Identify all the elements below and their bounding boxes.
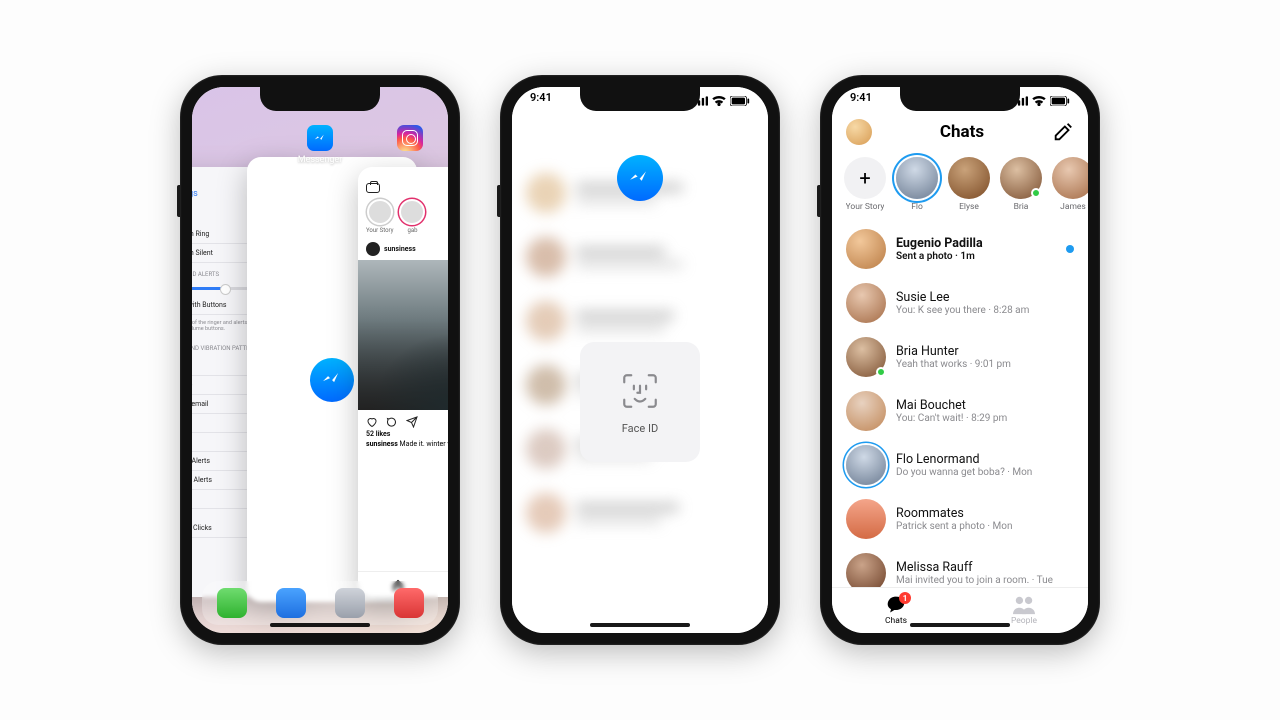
chat-avatar[interactable] — [846, 283, 886, 323]
chat-avatar[interactable] — [846, 337, 886, 377]
dock-app[interactable] — [217, 588, 247, 618]
dock-app[interactable] — [394, 588, 424, 618]
story-item[interactable]: Bria — [1000, 157, 1042, 212]
chat-subtitle: Do you wanna get boba? · Mon — [896, 467, 1074, 478]
instagram-post-user[interactable]: sunsiness — [384, 245, 416, 253]
messenger-icon — [307, 125, 333, 151]
chat-row[interactable]: Susie LeeYou: K see you there · 8:28 am — [832, 276, 1088, 330]
instagram-stories-row: Your Story gab — [358, 199, 448, 240]
share-icon[interactable] — [406, 416, 418, 428]
home-dock — [202, 581, 438, 625]
switcher-app-instagram[interactable]: · — [397, 125, 423, 165]
home-indicator[interactable] — [910, 623, 1010, 627]
faceid-label: Face ID — [622, 422, 658, 435]
home-indicator[interactable] — [590, 623, 690, 627]
people-icon — [1013, 595, 1035, 615]
story-label: James — [1060, 202, 1086, 212]
chat-avatar[interactable] — [846, 445, 886, 485]
battery-icon — [1050, 96, 1070, 106]
story-item[interactable]: Flo — [896, 157, 938, 212]
unread-dot — [1066, 245, 1074, 253]
chat-name: Bria Hunter — [896, 344, 1074, 359]
chat-row[interactable]: RoommatesPatrick sent a photo · Mon — [832, 492, 1088, 546]
phone-mockup-app-switcher: · Messenger · ‹ Settings VIBRATE Vibrate… — [180, 75, 460, 645]
chat-row[interactable]: Bria HunterYeah that works · 9:01 pm — [832, 330, 1088, 384]
chat-name: Susie Lee — [896, 290, 1074, 305]
chat-subtitle: You: K see you there · 8:28 am — [896, 305, 1074, 316]
app-switcher-icons-row: · Messenger · — [192, 125, 448, 165]
instagram-caption: sunsiness Made it. winter vibes 🏔️ — [358, 438, 448, 457]
your-story-add[interactable]: +Your Story — [844, 157, 886, 212]
chat-name: Eugenio Padilla — [896, 236, 1056, 251]
chat-list: Eugenio PadillaSent a photo · 1mSusie Le… — [832, 222, 1088, 587]
compose-icon[interactable] — [1052, 121, 1074, 143]
messenger-logo-locked — [617, 155, 663, 201]
stories-row: +Your Story Flo Elyse Bria James — [832, 151, 1088, 222]
story-item[interactable]: James — [1052, 157, 1088, 212]
camera-icon[interactable] — [366, 183, 380, 193]
faceid-icon — [619, 370, 661, 412]
chat-avatar[interactable] — [846, 499, 886, 539]
instagram-actions — [358, 410, 448, 430]
chat-row[interactable]: Melissa RauffMai invited you to join a r… — [832, 546, 1088, 587]
chat-avatar[interactable] — [846, 229, 886, 269]
chat-subtitle: Patrick sent a photo · Mon — [896, 521, 1074, 532]
instagram-icon — [397, 125, 423, 151]
story-item[interactable]: Elyse — [948, 157, 990, 212]
switcher-app-messenger[interactable]: Messenger — [298, 125, 343, 165]
chat-row[interactable]: Eugenio PadillaSent a photo · 1m — [832, 222, 1088, 276]
instagram-likes: 52 likes — [358, 430, 448, 438]
dock-app[interactable] — [335, 588, 365, 618]
chat-name: Mai Bouchet — [896, 398, 1074, 413]
notch — [260, 87, 380, 111]
status-time: 9:41 — [850, 91, 872, 111]
chat-avatar[interactable] — [846, 553, 886, 587]
phone-mockup-faceid: 9:41 — [500, 75, 780, 645]
comment-icon[interactable] — [386, 416, 398, 428]
chat-subtitle: Yeah that works · 9:01 pm — [896, 359, 1074, 370]
chat-row[interactable]: Flo LenormandDo you wanna get boba? · Mo… — [832, 438, 1088, 492]
story-label: Flo — [911, 202, 923, 212]
notch — [580, 87, 700, 111]
chat-name: Roommates — [896, 506, 1074, 521]
status-time: 9:41 — [530, 91, 552, 111]
story-label: Bria — [1014, 202, 1029, 212]
home-indicator[interactable] — [270, 623, 370, 627]
wifi-icon — [712, 96, 726, 106]
story-label: Elyse — [959, 202, 979, 212]
wifi-icon — [1032, 96, 1046, 106]
chat-subtitle: Sent a photo · 1m — [896, 251, 1056, 262]
faceid-prompt[interactable]: Face ID — [580, 342, 700, 462]
profile-avatar[interactable] — [846, 119, 872, 145]
instagram-your-story[interactable] — [367, 199, 393, 225]
chat-row[interactable]: Mai BouchetYou: Can't wait! · 8:29 pm — [832, 384, 1088, 438]
chat-subtitle: Mai invited you to join a room. · Tue — [896, 575, 1074, 586]
unread-badge: 1 — [899, 592, 911, 604]
switcher-card-instagram[interactable]: Your Story gab sunsiness 52 likes sunsin… — [358, 167, 448, 597]
messenger-icon — [310, 358, 354, 402]
instagram-post-photo[interactable] — [358, 260, 448, 410]
chat-subtitle: You: Can't wait! · 8:29 pm — [896, 413, 1074, 424]
chat-name: Melissa Rauff — [896, 560, 1074, 575]
instagram-story[interactable] — [399, 199, 425, 225]
story-label: Your Story — [846, 202, 885, 212]
chat-avatar[interactable] — [846, 391, 886, 431]
chat-name: Flo Lenormand — [896, 452, 1074, 467]
battery-icon — [730, 96, 750, 106]
dock-app[interactable] — [276, 588, 306, 618]
instagram-post-avatar[interactable] — [366, 242, 380, 256]
switcher-app-label: Messenger — [298, 155, 343, 165]
notch — [900, 87, 1020, 111]
phone-mockup-chats: 9:41 Chats +Your StoryFloElyseBriaJames … — [820, 75, 1100, 645]
page-title: Chats — [940, 122, 984, 142]
like-icon[interactable] — [366, 416, 378, 428]
